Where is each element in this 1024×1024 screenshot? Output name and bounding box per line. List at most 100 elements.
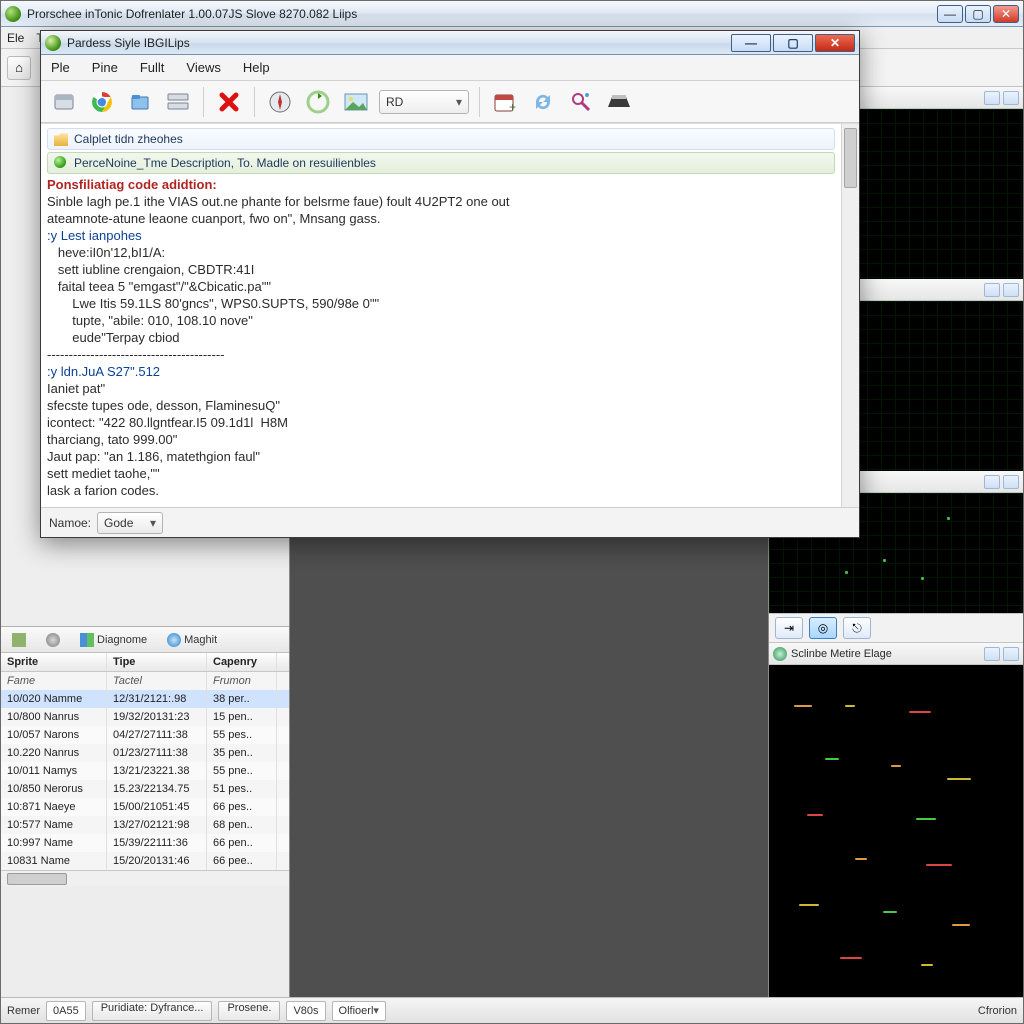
dialog-close[interactable]: ✕ — [815, 34, 855, 52]
code-line: :y ldn.JuA S27".512 — [47, 363, 835, 380]
dialog-text-area[interactable]: Calplet tidn zheohes PerceNoine_Tme Desc… — [41, 124, 841, 507]
dlg-menu-ple[interactable]: Ple — [51, 60, 70, 75]
gear-icon — [46, 633, 60, 647]
code-line: sfecste tupes ode, desson, FlaminesuQ" — [47, 397, 835, 414]
sync-icon[interactable] — [528, 87, 558, 117]
table-row[interactable]: 10:577 Name13/27/02121:9868 pen.. — [1, 816, 289, 834]
col-tipe[interactable]: Tipe — [107, 653, 207, 671]
scroll-thumb[interactable] — [7, 873, 67, 885]
mini-btn-export[interactable]: ⇥ — [775, 617, 803, 639]
dialog-window: Pardess Siyle IBGILips — ▢ ✕ Ple Pine Fu… — [40, 30, 860, 538]
status-right: Cfrorion — [978, 1005, 1017, 1017]
code-line: heve:iI0n'12,bI1/A: — [47, 244, 835, 261]
folder-blue-icon[interactable] — [125, 87, 155, 117]
code-line: Lwe Itis 59.1LS 80'gncs", WPS0.SUPTS, 59… — [47, 295, 835, 312]
svg-text:+: + — [509, 100, 516, 113]
status-box-1[interactable]: 0A55 — [46, 1001, 86, 1021]
dialog-scroll-thumb[interactable] — [844, 128, 857, 188]
mini-btn-eject[interactable]: ⎋ — [843, 617, 871, 639]
table-panel-tabs: Diagnome Maghit — [1, 627, 289, 653]
table-row[interactable]: 10:871 Naeye15/00/21051:4566 pes.. — [1, 798, 289, 816]
delete-red-icon[interactable] — [214, 87, 244, 117]
dialog-footer-combo[interactable]: Gode — [97, 512, 163, 534]
dialog-minimize[interactable]: — — [731, 34, 771, 52]
picture-icon[interactable] — [341, 87, 371, 117]
dialog-footer-label: Namoe: — [49, 516, 91, 530]
tab-gear[interactable] — [39, 630, 67, 650]
code-line: faital teea 5 "emgast"/"&Cbicatic.pa"" — [47, 278, 835, 295]
chart-icon — [80, 633, 94, 647]
maximize-button[interactable]: ▢ — [965, 5, 991, 23]
main-titlebar[interactable]: Prorschee inTonic Dofrenlater 1.00.07JS … — [1, 1, 1023, 27]
disk-icon[interactable] — [49, 87, 79, 117]
panel2-min-icon[interactable] — [984, 283, 1000, 297]
mini-btn-globe[interactable]: ◎ — [809, 617, 837, 639]
panel3-close-icon[interactable] — [1003, 475, 1019, 489]
dlg-menu-views[interactable]: Views — [186, 60, 220, 75]
tab-tree[interactable] — [5, 630, 33, 650]
table-row[interactable]: 10/011 Namys13/21/23221.3855 pne.. — [1, 762, 289, 780]
status-combo[interactable]: Olfioerl — [332, 1001, 386, 1021]
scatter-visualizer[interactable] — [769, 665, 1023, 997]
panel1-close-icon[interactable] — [1003, 91, 1019, 105]
table-row[interactable]: 10/800 Nanrus19/32/20131:2315 pen.. — [1, 708, 289, 726]
close-button[interactable]: ✕ — [993, 5, 1019, 23]
chrome-icon[interactable] — [87, 87, 117, 117]
dialog-app-icon — [45, 35, 61, 51]
tab-maghit[interactable]: Maghit — [160, 630, 224, 650]
menu-file[interactable]: Ele — [7, 31, 24, 45]
scatter-min-icon[interactable] — [984, 647, 1000, 661]
table-row[interactable]: 10/057 Narons04/27/27111:3855 pes.. — [1, 726, 289, 744]
table-row[interactable]: 10/850 Nerorus15.23/22134.7551 pes.. — [1, 780, 289, 798]
dialog-combo-rd[interactable]: RD — [379, 90, 469, 114]
table-row[interactable]: 10:997 Name15/39/22111:3666 pen.. — [1, 834, 289, 852]
table-row[interactable]: 10.220 Nanrus01/23/27111:3835 pen.. — [1, 744, 289, 762]
dialog-titlebar[interactable]: Pardess Siyle IBGILips — ▢ ✕ — [41, 31, 859, 55]
panel2-close-icon[interactable] — [1003, 283, 1019, 297]
status-btn-2[interactable]: Prosene. — [218, 1001, 280, 1021]
table-header[interactable]: Sprite Tipe Capenry — [1, 653, 289, 672]
app-icon — [5, 6, 21, 22]
panel1-min-icon[interactable] — [984, 91, 1000, 105]
code-line: sett mediet taohe,"" — [47, 465, 835, 482]
code-line: Sinble lagh pe.1 ithe VIAS out.ne phante… — [47, 193, 835, 210]
code-line: ateamnote-atune leaone cuanport, fwo on"… — [47, 210, 835, 227]
calendar-plus-icon[interactable]: + — [490, 87, 520, 117]
scatter-close-icon[interactable] — [1003, 647, 1019, 661]
check-icon — [54, 156, 68, 170]
col-sprite[interactable]: Sprite — [1, 653, 107, 671]
refresh-green-icon[interactable] — [303, 87, 333, 117]
dialog-toolbar: RD + — [41, 81, 859, 123]
status-btn-1[interactable]: Puridiate: Dyfrance... — [92, 1001, 213, 1021]
scanner-icon[interactable] — [604, 87, 634, 117]
drives-icon[interactable] — [163, 87, 193, 117]
code-line: sett iubline crengaion, CBDTR:41I — [47, 261, 835, 278]
code-line: ----------------------------------------… — [47, 346, 835, 363]
table-horizontal-scrollbar[interactable] — [1, 870, 289, 886]
table-row[interactable]: 10831 Name15/20/20131:4666 pee.. — [1, 852, 289, 870]
code-line: Jaut pap: "an 1.186, matethgion faul" — [47, 448, 835, 465]
wand-icon[interactable] — [566, 87, 596, 117]
dlg-menu-help[interactable]: Help — [243, 60, 270, 75]
scatter-icon — [773, 647, 787, 661]
panel3-min-icon[interactable] — [984, 475, 1000, 489]
scatter-panel-header: Sclinbe Metire Elage — [769, 643, 1023, 665]
dialog-section-2[interactable]: PerceNoine_Tme Description, To. Madle on… — [47, 152, 835, 174]
tab-diagnome[interactable]: Diagnome — [73, 630, 154, 650]
dlg-menu-pine[interactable]: Pine — [92, 60, 118, 75]
code-line: icontect: "422 80.llgntfear.I5 09.1d1l H… — [47, 414, 835, 431]
compass-icon[interactable] — [265, 87, 295, 117]
code-line: eude"Terpay cbiod — [47, 329, 835, 346]
table-row[interactable]: 10/020 Namme12/31/2121:.9838 per.. — [1, 690, 289, 708]
tool-home-icon[interactable]: ⌂ — [7, 56, 31, 80]
statusbar: Remer 0A55 Puridiate: Dyfrance... Prosen… — [1, 997, 1023, 1023]
dlg-menu-fullt[interactable]: Fullt — [140, 60, 165, 75]
dialog-section-1[interactable]: Calplet tidn zheohes — [47, 128, 835, 150]
folder-icon — [54, 132, 68, 146]
dialog-vertical-scrollbar[interactable] — [841, 124, 859, 507]
tree-icon — [12, 633, 26, 647]
dialog-maximize[interactable]: ▢ — [773, 34, 813, 52]
status-box-2[interactable]: V80s — [286, 1001, 325, 1021]
col-capenry[interactable]: Capenry — [207, 653, 277, 671]
minimize-button[interactable]: — — [937, 5, 963, 23]
